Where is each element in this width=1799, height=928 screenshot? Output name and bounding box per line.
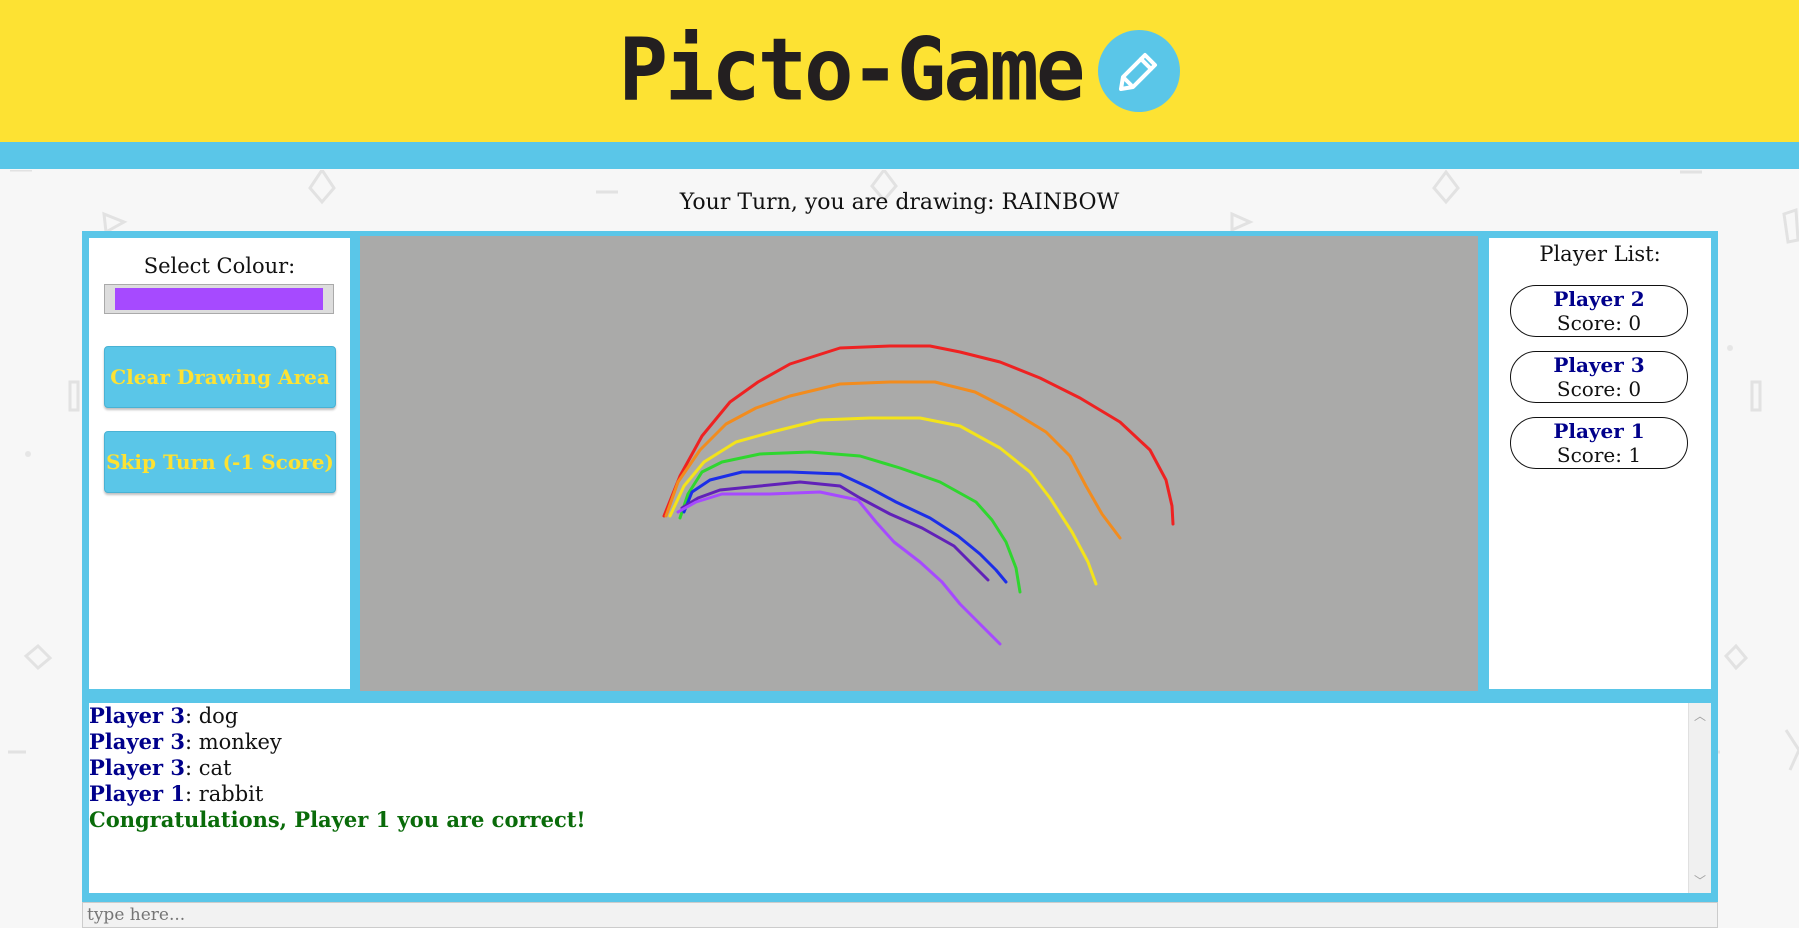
chat-message: Player 3: dog (89, 703, 586, 729)
player-score: Score: 0 (1556, 377, 1642, 401)
chat-sender: Player 3 (89, 703, 185, 728)
player-name: Player 3 (1553, 353, 1645, 377)
app-title: Picto-Game (618, 20, 1086, 121)
tools-panel: Select Colour: Clear Drawing Area Skip T… (89, 238, 350, 689)
chat-sender: Player 3 (89, 755, 185, 780)
scroll-down-icon[interactable]: ﹀ (1689, 872, 1711, 889)
chat-scrollbar[interactable]: ︿ ﹀ (1688, 703, 1711, 893)
chat-text: : dog (184, 704, 239, 728)
red-stroke (662, 344, 1175, 526)
game-board: Select Colour: Clear Drawing Area Skip T… (82, 231, 1718, 902)
chat-log[interactable]: Player 3: dog Player 3: monkey Player 3:… (89, 703, 1711, 893)
chat-text: : monkey (184, 730, 282, 754)
player-list-panel: Player List: Player 2 Score: 0 Player 3 … (1489, 238, 1711, 689)
player-name: Player 2 (1553, 287, 1645, 311)
player-name: Player 1 (1553, 419, 1645, 443)
player-card: Player 1 Score: 1 (1510, 417, 1688, 469)
chat-input[interactable] (82, 902, 1718, 928)
green-stroke (678, 450, 1022, 594)
chat-text: : rabbit (184, 782, 264, 806)
chat-sender: Player 1 (89, 781, 185, 806)
clear-drawing-button[interactable]: Clear Drawing Area (104, 346, 336, 408)
purple-stroke (680, 480, 990, 582)
player-card: Player 2 Score: 0 (1510, 285, 1688, 337)
pencil-icon (1098, 30, 1181, 112)
colour-picker[interactable] (104, 284, 334, 314)
header-stripe (0, 142, 1799, 169)
logo: Picto-Game (0, 0, 1799, 142)
chat-message: Player 3: cat (89, 755, 586, 781)
chat-message: Player 1: rabbit (89, 781, 586, 807)
skip-turn-button[interactable]: Skip Turn (-1 Score) (104, 431, 336, 493)
player-list-label: Player List: (1539, 242, 1661, 266)
drawing-canvas[interactable] (360, 236, 1478, 691)
chat-sender: Player 3 (89, 729, 185, 754)
violet-stroke (676, 490, 1002, 646)
player-card: Player 3 Score: 0 (1510, 351, 1688, 403)
turn-message: Your Turn, you are drawing: RAINBOW (679, 190, 1120, 215)
scroll-up-icon[interactable]: ︿ (1689, 707, 1711, 724)
chat-success-message: Congratulations, Player 1 you are correc… (89, 807, 586, 832)
app-header: Picto-Game (0, 0, 1799, 142)
rainbow-drawing (662, 344, 1175, 646)
chat-message: Player 3: monkey (89, 729, 586, 755)
colour-swatch (115, 288, 323, 310)
chat-text: : cat (184, 756, 232, 780)
select-colour-label: Select Colour: (143, 254, 296, 278)
yellow-stroke (668, 416, 1098, 586)
player-score: Score: 1 (1556, 443, 1642, 467)
player-score: Score: 0 (1556, 311, 1642, 335)
